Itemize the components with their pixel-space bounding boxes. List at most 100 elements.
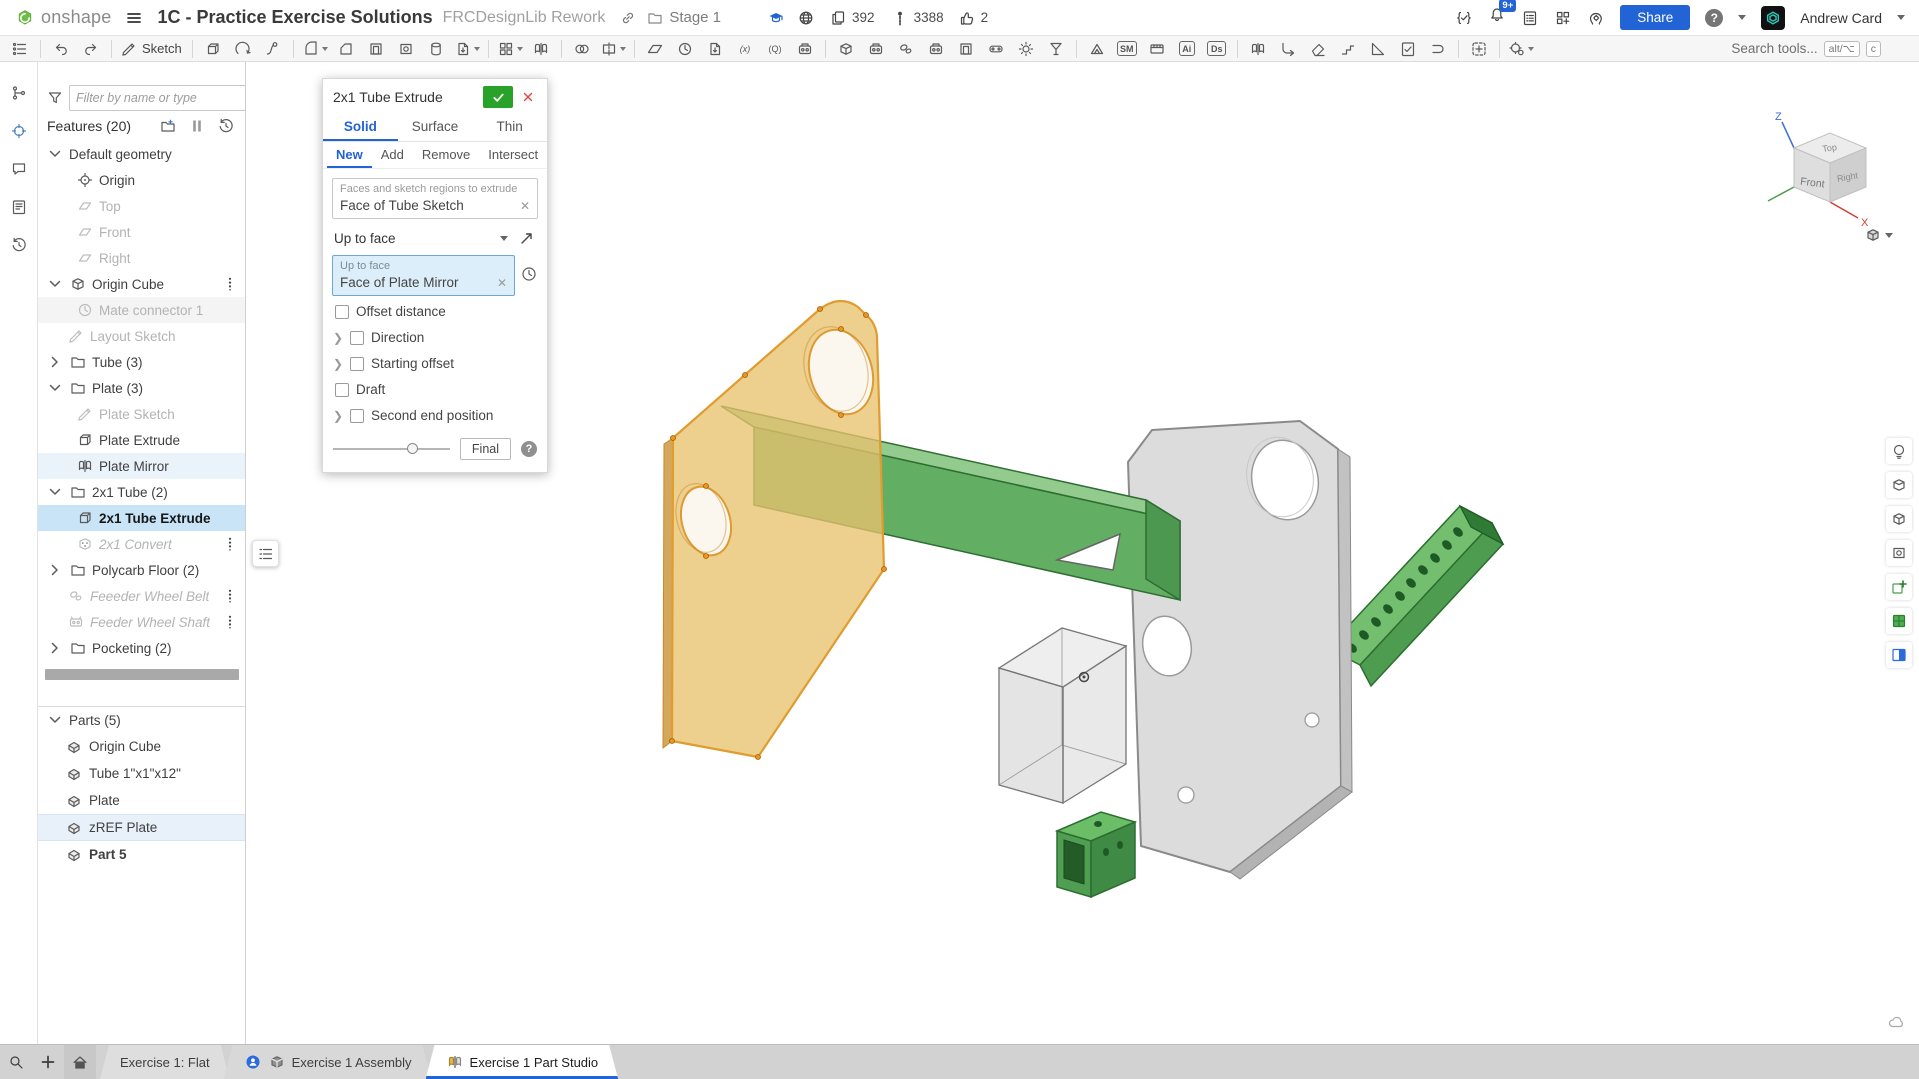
panel-insert-button[interactable] (10, 122, 28, 143)
undo-button[interactable] (47, 37, 75, 61)
sweep-button[interactable] (259, 37, 287, 61)
feature-row[interactable]: Plate (3) (38, 375, 245, 401)
onshape-logo-icon[interactable] (16, 9, 34, 27)
drag-dots-icon[interactable] (221, 587, 239, 605)
gear-generator-button[interactable] (1012, 37, 1040, 61)
mate-connector-button[interactable] (671, 37, 699, 61)
copies-stat[interactable]: 392 (829, 9, 875, 27)
home-tab-button[interactable] (64, 1045, 96, 1079)
panel-comments-button[interactable] (10, 160, 28, 181)
frame-studio-button[interactable] (1143, 37, 1171, 61)
render-options-button[interactable] (1886, 438, 1912, 464)
expander-chevron-icon[interactable]: ❯ (333, 331, 343, 345)
feature-row[interactable]: Origin Cube (38, 271, 245, 297)
rollback-bar[interactable] (45, 669, 239, 680)
section-view-button[interactable] (1886, 540, 1912, 566)
feature-row[interactable]: Plate Sketch (38, 401, 245, 427)
feature-row[interactable]: 2x1 Tube (2) (38, 479, 245, 505)
expander-chevron-icon[interactable]: ❯ (333, 409, 343, 423)
3d-viewport[interactable] (0, 0, 1919, 1079)
shell-button[interactable] (362, 37, 390, 61)
mode-new[interactable]: New (327, 142, 372, 168)
cancel-button[interactable] (517, 86, 539, 108)
feature-list-flyout-handle[interactable] (252, 540, 279, 567)
extrude-button[interactable] (199, 37, 227, 61)
appearance-button[interactable] (1886, 608, 1912, 634)
public-indicator[interactable] (797, 9, 815, 27)
document-tab[interactable]: Exercise 1 Assembly (224, 1045, 432, 1079)
chamfer-button[interactable] (332, 37, 360, 61)
part-row[interactable]: Origin Cube (38, 733, 245, 760)
variable-button[interactable]: (x) (731, 37, 759, 61)
parts-header-row[interactable]: Parts (5) (38, 707, 245, 733)
help-caret-icon[interactable] (1738, 15, 1746, 20)
extrusion-profiles-button[interactable] (862, 37, 890, 61)
filter-input[interactable] (69, 85, 246, 111)
feature-check-button[interactable] (1394, 37, 1422, 61)
help-icon[interactable]: ? (1705, 9, 1723, 27)
checkbox[interactable] (335, 305, 349, 319)
plane-button[interactable] (641, 37, 669, 61)
filter-icon[interactable] (46, 89, 64, 107)
expander-chevron-icon[interactable]: ❯ (333, 357, 343, 371)
delete-face-button[interactable] (1304, 37, 1332, 61)
fillet-button[interactable] (300, 37, 330, 61)
option-second-end-position[interactable]: ❯Second end position (323, 402, 547, 428)
sheet-metal-button[interactable]: SM (1113, 37, 1141, 61)
part-row[interactable]: Plate (38, 787, 245, 814)
modify-fillet-button[interactable] (452, 37, 482, 61)
main-menu-icon[interactable] (125, 9, 143, 27)
routing-button[interactable] (1424, 37, 1452, 61)
checkbox[interactable] (350, 331, 364, 345)
new-folder-icon[interactable] (159, 117, 177, 135)
show-hide-button[interactable] (1886, 574, 1912, 600)
mode-intersect[interactable]: Intersect (479, 142, 547, 168)
feature-row[interactable]: Origin (38, 167, 245, 193)
boolean-button[interactable] (568, 37, 596, 61)
feature-row[interactable]: Layout Sketch (38, 323, 245, 349)
tab-solid[interactable]: Solid (323, 113, 398, 141)
option-offset-distance[interactable]: Offset distance (323, 298, 547, 324)
user-menu-caret-icon[interactable] (1897, 15, 1905, 20)
feature-row[interactable]: Pocketing (2) (38, 635, 245, 661)
derived-part-button[interactable] (1244, 37, 1272, 61)
feature-list-toggle-button[interactable] (6, 37, 34, 61)
flip-direction-icon[interactable] (518, 229, 536, 247)
feature-row[interactable]: Feeeder Wheel Belt (38, 583, 245, 609)
mate-connector-icon[interactable] (520, 265, 538, 283)
tab-surface[interactable]: Surface (398, 113, 473, 141)
sprocket-generator-button[interactable] (922, 37, 950, 61)
search-tabs-button[interactable] (0, 1045, 32, 1079)
drag-dots-icon[interactable] (221, 535, 239, 553)
feature-row[interactable]: Polycarb Floor (2) (38, 557, 245, 583)
ai-assistant-icon[interactable] (1587, 9, 1605, 27)
dialog-help-icon[interactable]: ? (521, 441, 537, 457)
link-icon[interactable] (619, 9, 637, 27)
move-face-button[interactable] (1334, 37, 1362, 61)
rib-button[interactable] (422, 37, 450, 61)
avatar[interactable] (1761, 6, 1785, 30)
feature-row[interactable]: Tube (3) (38, 349, 245, 375)
sketch-button[interactable]: Sketch (118, 37, 186, 61)
feature-row[interactable]: Feeder Wheel Shaft (38, 609, 245, 635)
search-tools[interactable]: Search tools... alt/⌥ c (1731, 41, 1881, 57)
panel-structure-button[interactable] (10, 84, 28, 105)
plate-generator-button[interactable] (952, 37, 980, 61)
feature-row[interactable]: Top (38, 193, 245, 219)
hole-button[interactable] (392, 37, 420, 61)
end-condition-select[interactable]: Up to face (332, 225, 538, 251)
likes-stat[interactable]: 2 (958, 9, 989, 27)
learning-indicator[interactable] (767, 9, 785, 27)
featurescript-check-icon[interactable] (1455, 9, 1473, 27)
preview-slider[interactable] (333, 448, 450, 450)
up-to-face-field[interactable]: Up to face Face of Plate Mirror ✕ (332, 255, 515, 296)
faces-selection-field[interactable]: Faces and sketch regions to extrude Face… (332, 178, 538, 219)
apps-grid-icon[interactable] (1554, 9, 1572, 27)
variable-studio-button[interactable]: (Q) (761, 37, 789, 61)
workspace-location[interactable]: Stage 1 (669, 9, 721, 26)
custom-features-button[interactable] (1506, 37, 1536, 61)
view-options-button[interactable] (1864, 226, 1893, 244)
final-button[interactable]: Final (460, 438, 511, 460)
part-row[interactable]: Tube 1"x1"x12" (38, 760, 245, 787)
tab-thin[interactable]: Thin (472, 113, 547, 141)
